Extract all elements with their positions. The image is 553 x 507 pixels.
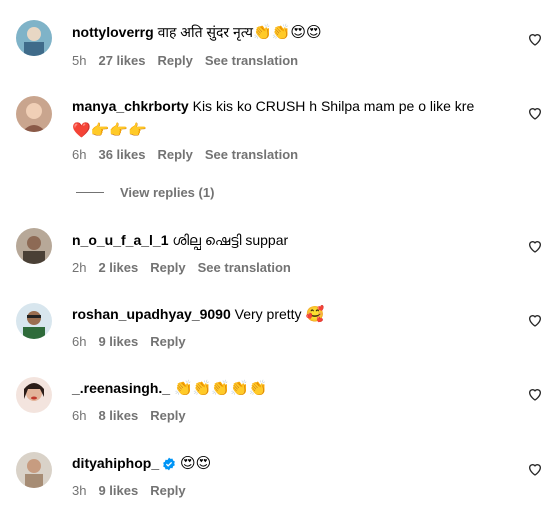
comment-text: ശില്പ ഷെട്ടി suppar <box>172 232 289 248</box>
see-translation-button[interactable]: See translation <box>205 146 298 164</box>
avatar[interactable] <box>16 303 52 339</box>
comment-body: roshan_upadhyay_9090 Very pretty 🥰 <box>72 302 513 326</box>
timestamp[interactable]: 6h <box>72 146 86 164</box>
username[interactable]: dityahiphop_ <box>72 455 159 471</box>
comment-body: nottyloverrg वाह अति सुंदर नृत्य👏👏😍😍 <box>72 20 513 44</box>
username[interactable]: n_o_u_f_a_l_1 <box>72 232 169 248</box>
view-replies-label[interactable]: View replies (1) <box>120 185 214 200</box>
likes-count[interactable]: 9 likes <box>98 482 138 500</box>
heart-outline-icon[interactable] <box>527 105 543 121</box>
heart-outline-icon[interactable] <box>527 31 543 47</box>
reply-button[interactable]: Reply <box>157 146 192 164</box>
reply-button[interactable]: Reply <box>150 482 185 500</box>
comment-meta: 6h 8 likes Reply <box>72 407 186 425</box>
reply-button[interactable]: Reply <box>150 333 185 351</box>
comment-meta: 2h 2 likes Reply See translation <box>72 259 291 277</box>
comment-body: dityahiphop_ 😍😍 <box>72 451 513 475</box>
likes-count[interactable]: 8 likes <box>98 407 138 425</box>
likes-count[interactable]: 36 likes <box>98 146 145 164</box>
comment-text: वाह अति सुंदर नृत्य <box>157 24 253 40</box>
see-translation-button[interactable]: See translation <box>205 52 298 70</box>
username[interactable]: roshan_upadhyay_9090 <box>72 306 231 322</box>
avatar[interactable] <box>16 452 52 488</box>
avatar[interactable] <box>16 228 52 264</box>
view-replies-button[interactable]: View replies (1) <box>76 185 214 200</box>
comment-meta: 3h 9 likes Reply <box>72 482 186 500</box>
comment-meta: 6h 9 likes Reply <box>72 333 186 351</box>
heart-outline-icon[interactable] <box>527 238 543 254</box>
likes-count[interactable]: 2 likes <box>98 259 138 277</box>
timestamp[interactable]: 5h <box>72 52 86 70</box>
heart-outline-icon[interactable] <box>527 312 543 328</box>
verified-badge-icon <box>163 457 175 471</box>
comment-text: Kis kis ko CRUSH h Shilpa mam pe o like … <box>192 98 475 114</box>
heart-outline-icon[interactable] <box>527 461 543 477</box>
comment-body: manya_chkrborty Kis kis ko CRUSH h Shilp… <box>72 94 513 142</box>
reply-button[interactable]: Reply <box>150 259 185 277</box>
likes-count[interactable]: 9 likes <box>98 333 138 351</box>
replies-divider <box>76 192 104 193</box>
likes-count[interactable]: 27 likes <box>98 52 145 70</box>
heart-outline-icon[interactable] <box>527 386 543 402</box>
username[interactable]: _.reenasingh._ <box>72 380 170 396</box>
comment-meta: 6h 36 likes Reply See translation <box>72 146 298 164</box>
comment-meta: 5h 27 likes Reply See translation <box>72 52 298 70</box>
reply-button[interactable]: Reply <box>157 52 192 70</box>
see-translation-button[interactable]: See translation <box>198 259 291 277</box>
username[interactable]: nottyloverrg <box>72 24 154 40</box>
timestamp[interactable]: 6h <box>72 407 86 425</box>
comment-body: n_o_u_f_a_l_1 ശില്പ ഷെട്ടി suppar <box>72 228 513 252</box>
comment-emojis: 👏👏👏👏👏 <box>173 379 268 397</box>
timestamp[interactable]: 2h <box>72 259 86 277</box>
avatar[interactable] <box>16 20 52 56</box>
reply-button[interactable]: Reply <box>150 407 185 425</box>
comment-emojis: ❤️👉👉👉 <box>72 121 147 139</box>
timestamp[interactable]: 6h <box>72 333 86 351</box>
comment-body: _.reenasingh._ 👏👏👏👏👏 <box>72 376 513 400</box>
username[interactable]: manya_chkrborty <box>72 98 189 114</box>
comment-emojis: 😍😍 <box>180 454 212 472</box>
avatar[interactable] <box>16 96 52 132</box>
comment-emojis: 👏👏😍😍 <box>252 23 322 41</box>
comment-text: Very pretty <box>234 306 302 322</box>
timestamp[interactable]: 3h <box>72 482 86 500</box>
avatar[interactable] <box>16 377 52 413</box>
comment-emojis: 🥰 <box>305 305 325 323</box>
